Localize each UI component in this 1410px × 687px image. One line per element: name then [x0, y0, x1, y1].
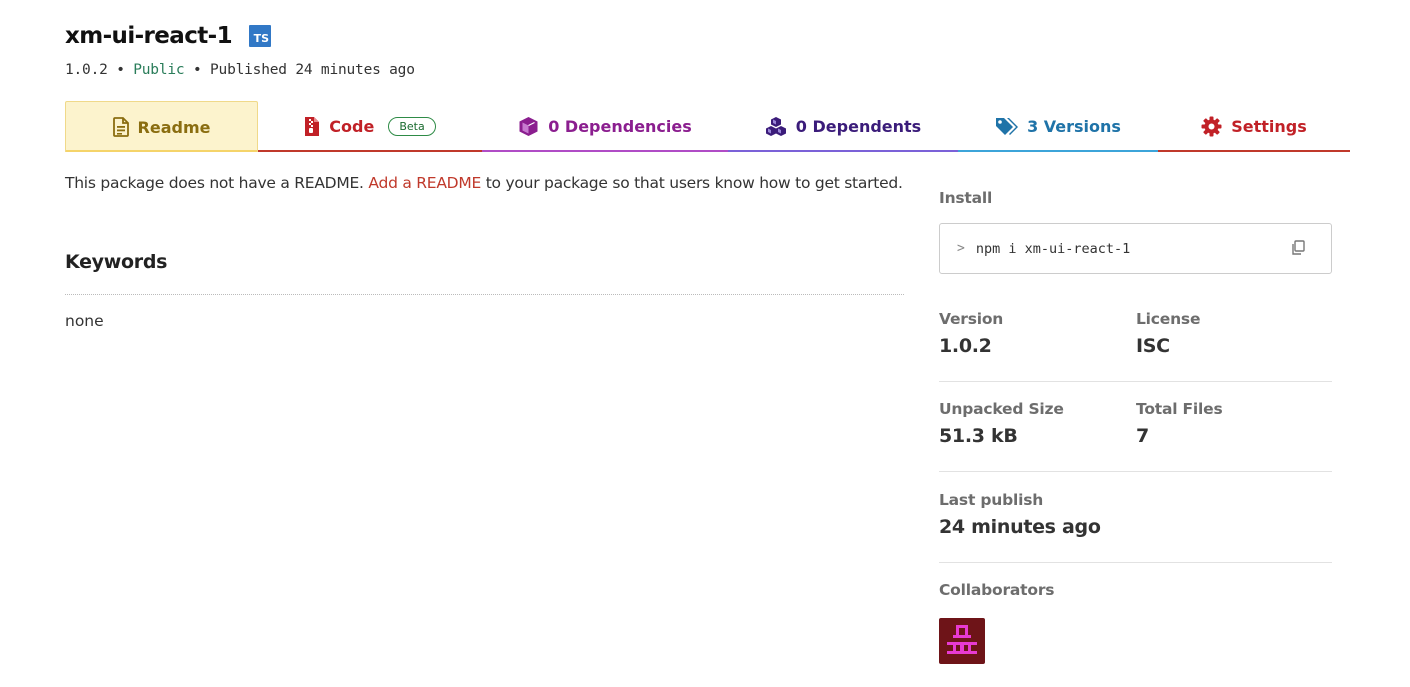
meta-separator: •	[192, 62, 202, 78]
tab-label: 3 Versions	[1027, 117, 1121, 136]
readme-note-prefix: This package does not have a README.	[65, 174, 364, 192]
last-publish-value: 24 minutes ago	[939, 516, 1101, 538]
gear-icon	[1201, 116, 1222, 137]
package-title-row: xm-ui-react-1 TS	[65, 18, 415, 54]
package-visibility: Public	[133, 62, 185, 78]
tab-label: Settings	[1231, 117, 1307, 136]
sidebar-divider	[939, 381, 1332, 382]
prompt-chevron-icon: >	[957, 241, 965, 256]
total-files-stat: Total Files 7	[1136, 400, 1223, 447]
total-files-value: 7	[1136, 425, 1149, 447]
unpacked-size-stat: Unpacked Size 51.3 kB	[939, 400, 1064, 447]
collaborators-label: Collaborators	[939, 581, 1055, 599]
keywords-heading: Keywords	[65, 251, 168, 273]
install-command-box[interactable]: > npm i xm-ui-react-1	[939, 223, 1332, 274]
version-label: Version	[939, 310, 1004, 328]
beta-badge: Beta	[388, 117, 436, 136]
meta-separator: •	[116, 62, 125, 78]
package-version: 1.0.2	[65, 62, 108, 78]
unpacked-size-label: Unpacked Size	[939, 400, 1064, 418]
tab-readme[interactable]: Readme	[65, 101, 258, 152]
license-label: License	[1136, 310, 1201, 328]
keywords-divider	[65, 294, 904, 295]
tab-label: Code	[329, 117, 375, 136]
tab-underline	[958, 150, 1158, 152]
tab-underline	[258, 150, 482, 152]
tab-underline	[482, 150, 728, 152]
tab-dependents[interactable]: 0 Dependents	[728, 101, 958, 152]
unpacked-size-value: 51.3 kB	[939, 425, 1018, 447]
copy-icon[interactable]	[1291, 240, 1305, 256]
last-publish-label: Last publish	[939, 491, 1044, 509]
tab-label: 0 Dependents	[795, 117, 922, 136]
tab-settings[interactable]: Settings	[1158, 101, 1350, 152]
license-value: ISC	[1136, 335, 1170, 357]
tab-underline	[728, 150, 958, 152]
last-publish-stat: Last publish 24 minutes ago	[939, 491, 1101, 538]
sidebar-divider	[939, 471, 1332, 472]
license-stat: License ISC	[1136, 310, 1200, 357]
total-files-label: Total Files	[1136, 400, 1223, 418]
tab-label: Readme	[137, 117, 211, 137]
tab-versions[interactable]: 3 Versions	[958, 101, 1158, 152]
typescript-icon: TS	[249, 25, 271, 47]
install-command[interactable]: npm i xm-ui-react-1	[976, 241, 1130, 257]
package-name: xm-ui-react-1	[65, 23, 233, 49]
tab-label: 0 Dependencies	[548, 117, 692, 136]
keywords-value: none	[65, 312, 104, 330]
readme-missing-note: This package does not have a README. Add…	[65, 174, 903, 192]
readme-note-suffix: to your package so that users know how t…	[485, 174, 903, 192]
tab-underline	[1158, 150, 1350, 152]
code-file-icon	[304, 116, 320, 137]
version-value: 1.0.2	[939, 335, 992, 357]
package-published: Published 24 minutes ago	[210, 62, 415, 78]
tab-code[interactable]: Code Beta	[258, 101, 482, 152]
package-header: xm-ui-react-1 TS 1.0.2 • Public • Publis…	[65, 18, 415, 78]
tab-underline	[66, 150, 257, 152]
package-tabs: Readme Code Beta 0 Dependencies 0 Depend…	[65, 101, 1350, 152]
readme-doc-icon	[112, 117, 129, 137]
package-meta: 1.0.2 • Public • Published 24 minutes ag…	[65, 62, 415, 78]
cube-icon	[518, 116, 539, 137]
add-readme-link[interactable]: Add a README	[368, 174, 481, 192]
cubes-icon	[765, 116, 787, 137]
tags-icon	[995, 117, 1019, 136]
sidebar-divider	[939, 562, 1332, 563]
install-label: Install	[939, 189, 993, 207]
tab-dependencies[interactable]: 0 Dependencies	[482, 101, 728, 152]
collaborator-avatar[interactable]	[939, 618, 985, 664]
version-stat: Version 1.0.2	[939, 310, 1003, 357]
